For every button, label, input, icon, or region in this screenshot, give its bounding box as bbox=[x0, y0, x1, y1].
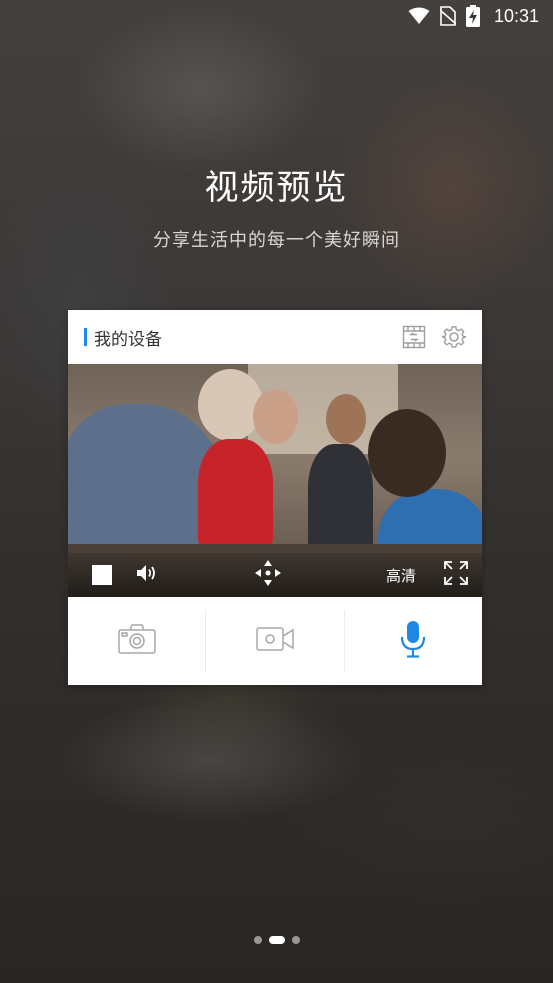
snapshot-button[interactable] bbox=[68, 610, 205, 672]
talk-button[interactable] bbox=[345, 610, 482, 672]
battery-charging-icon bbox=[465, 5, 480, 27]
record-button[interactable] bbox=[206, 610, 343, 672]
page-dot[interactable] bbox=[291, 936, 300, 944]
video-record-icon bbox=[256, 627, 294, 655]
settings-gear-icon[interactable] bbox=[440, 323, 468, 351]
scene-man-head bbox=[326, 394, 366, 444]
page-indicator bbox=[0, 936, 553, 944]
title-accent-bar bbox=[84, 328, 87, 346]
action-bar bbox=[68, 597, 482, 685]
status-bar: 10:31 bbox=[0, 0, 553, 32]
scene-boy-head bbox=[368, 409, 446, 497]
scene-woman-head bbox=[253, 389, 298, 444]
volume-icon[interactable] bbox=[136, 563, 160, 587]
wifi-icon bbox=[408, 7, 430, 25]
scene-woman-body bbox=[198, 439, 273, 549]
page-dot[interactable] bbox=[253, 936, 262, 944]
scene-grandpa-head bbox=[198, 369, 263, 441]
onboarding-title: 视频预览 bbox=[204, 168, 349, 208]
onboarding-subtitle: 分享生活中的每一个美好瞬间 bbox=[153, 230, 400, 251]
page-dot-active[interactable] bbox=[268, 936, 285, 944]
card-header: 我的设备 bbox=[68, 310, 482, 364]
status-time: 10:31 bbox=[493, 5, 539, 26]
ptz-move-icon[interactable] bbox=[254, 559, 282, 591]
microphone-icon bbox=[400, 620, 426, 662]
camera-snapshot-icon bbox=[117, 624, 156, 658]
video-preview[interactable]: 高清 bbox=[68, 364, 482, 597]
stop-icon[interactable] bbox=[92, 565, 112, 585]
quality-toggle[interactable]: 高清 bbox=[386, 565, 416, 586]
video-controls-bar: 高清 bbox=[68, 553, 482, 597]
scene-man-body bbox=[308, 444, 373, 554]
playback-icon[interactable] bbox=[400, 323, 428, 351]
fullscreen-icon[interactable] bbox=[444, 561, 468, 589]
card-title: 我的设备 bbox=[94, 329, 162, 350]
device-card: 我的设备 高清 bbox=[68, 310, 482, 685]
no-sim-icon bbox=[439, 6, 456, 26]
